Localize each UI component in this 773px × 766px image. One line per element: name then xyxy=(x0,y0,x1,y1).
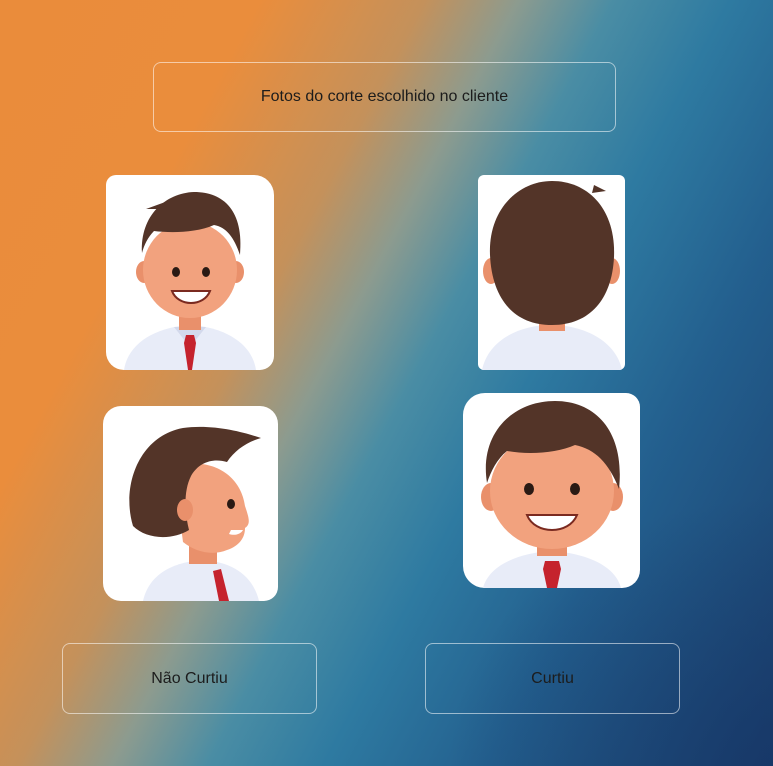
like-button-label: Curtiu xyxy=(531,669,574,687)
front-view-illustration xyxy=(124,192,256,370)
haircut-photo-side xyxy=(103,406,278,601)
dislike-button[interactable]: Não Curtiu xyxy=(62,643,317,714)
side-view-illustration xyxy=(129,426,261,601)
haircut-photo-front-closeup xyxy=(463,393,640,588)
haircut-photo-back xyxy=(478,175,625,370)
front-closeup-illustration xyxy=(481,401,623,588)
page-title-box: Fotos do corte escolhido no cliente xyxy=(153,62,616,132)
dislike-button-label: Não Curtiu xyxy=(151,669,228,687)
like-button[interactable]: Curtiu xyxy=(425,643,680,714)
haircut-photo-front xyxy=(106,175,274,370)
back-view-illustration xyxy=(482,181,622,370)
page-title: Fotos do corte escolhido no cliente xyxy=(260,88,509,105)
